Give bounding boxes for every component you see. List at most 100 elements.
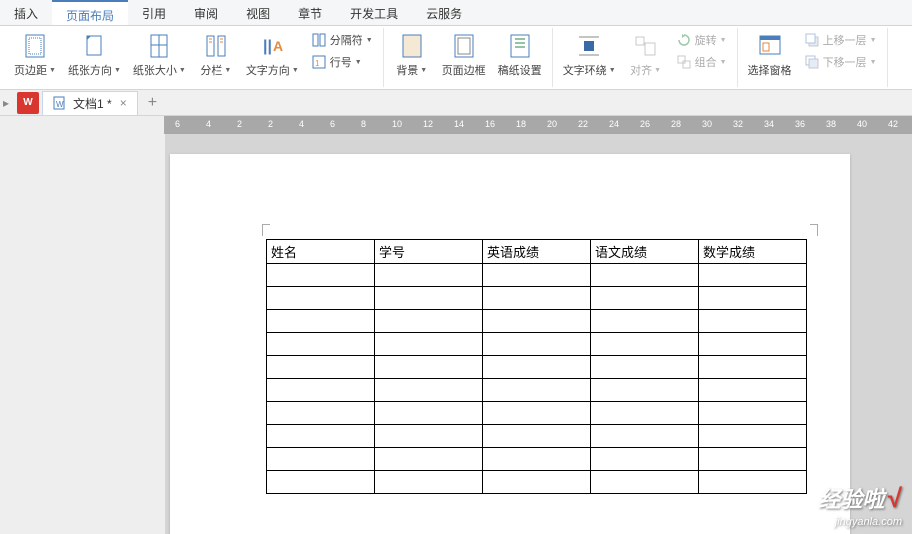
table-cell[interactable]: [591, 310, 699, 333]
table-cell[interactable]: [591, 333, 699, 356]
tab-page-layout[interactable]: 页面布局: [52, 0, 128, 25]
group-button[interactable]: 组合▼: [672, 52, 731, 72]
table-cell[interactable]: [483, 402, 591, 425]
tab-insert[interactable]: 插入: [0, 0, 52, 25]
table-cell[interactable]: [375, 379, 483, 402]
margins-button[interactable]: 页边距▼: [10, 30, 60, 80]
line-numbers-button[interactable]: 1 行号▼: [307, 52, 377, 72]
table-cell[interactable]: [483, 425, 591, 448]
tab-cloud[interactable]: 云服务: [412, 0, 476, 25]
add-tab-button[interactable]: +: [138, 94, 167, 112]
table-row[interactable]: [267, 264, 807, 287]
table-cell[interactable]: [375, 471, 483, 494]
document-tab[interactable]: W 文档1 * ×: [42, 91, 138, 115]
table-cell[interactable]: [375, 287, 483, 310]
table-cell[interactable]: [699, 264, 807, 287]
text-direction-button[interactable]: ||A 文字方向▼: [242, 30, 303, 80]
table-cell[interactable]: [699, 310, 807, 333]
table-cell[interactable]: [375, 310, 483, 333]
table-cell[interactable]: [699, 333, 807, 356]
table-cell[interactable]: [591, 356, 699, 379]
table-header-cell[interactable]: 语文成绩: [591, 240, 699, 264]
table-row[interactable]: [267, 471, 807, 494]
bring-forward-button[interactable]: 上移一层▼: [800, 30, 881, 50]
table-cell[interactable]: [483, 356, 591, 379]
table-cell[interactable]: [267, 264, 375, 287]
page-area[interactable]: 姓名学号英语成绩语文成绩数学成绩: [165, 134, 912, 534]
table-cell[interactable]: [375, 448, 483, 471]
breaks-button[interactable]: 分隔符▼: [307, 30, 377, 50]
size-button[interactable]: 纸张大小▼: [129, 30, 190, 80]
table-cell[interactable]: [375, 264, 483, 287]
tab-references[interactable]: 引用: [128, 0, 180, 25]
table-cell[interactable]: [591, 471, 699, 494]
table-cell[interactable]: [483, 379, 591, 402]
table-cell[interactable]: [267, 310, 375, 333]
collapse-panel-icon[interactable]: ▸: [0, 96, 14, 110]
draft-button[interactable]: 稿纸设置: [494, 30, 546, 80]
table-cell[interactable]: [267, 287, 375, 310]
table-cell[interactable]: [699, 425, 807, 448]
page-borders-button[interactable]: 页面边框: [438, 30, 490, 80]
table-cell[interactable]: [699, 448, 807, 471]
table-cell[interactable]: [699, 356, 807, 379]
table-cell[interactable]: [591, 264, 699, 287]
table-row[interactable]: [267, 379, 807, 402]
table-cell[interactable]: [483, 448, 591, 471]
table-row[interactable]: [267, 448, 807, 471]
table-cell[interactable]: [591, 425, 699, 448]
table-cell[interactable]: [375, 425, 483, 448]
columns-button[interactable]: 分栏▼: [194, 30, 238, 80]
table-cell[interactable]: [267, 379, 375, 402]
table-cell[interactable]: [699, 379, 807, 402]
table-cell[interactable]: [267, 333, 375, 356]
table-cell[interactable]: [375, 356, 483, 379]
tab-dev-tools[interactable]: 开发工具: [336, 0, 412, 25]
table-cell[interactable]: [591, 448, 699, 471]
table-header-cell[interactable]: 英语成绩: [483, 240, 591, 264]
table-cell[interactable]: [267, 356, 375, 379]
selection-pane-button[interactable]: 选择窗格: [744, 30, 796, 80]
table-cell[interactable]: [483, 264, 591, 287]
table-cell[interactable]: [699, 471, 807, 494]
orientation-button[interactable]: 纸张方向▼: [64, 30, 125, 80]
page[interactable]: 姓名学号英语成绩语文成绩数学成绩: [170, 154, 850, 534]
tab-chapter[interactable]: 章节: [284, 0, 336, 25]
table-header-cell[interactable]: 数学成绩: [699, 240, 807, 264]
align-button[interactable]: 对齐▼: [624, 30, 668, 80]
text-wrap-button[interactable]: 文字环绕▼: [559, 30, 620, 80]
send-backward-button[interactable]: 下移一层▼: [800, 52, 881, 72]
background-button[interactable]: 背景▼: [390, 30, 434, 80]
table-row[interactable]: [267, 333, 807, 356]
table-cell[interactable]: [591, 287, 699, 310]
table-cell[interactable]: [699, 287, 807, 310]
table-cell[interactable]: [267, 425, 375, 448]
table-header-cell[interactable]: 学号: [375, 240, 483, 264]
table-row[interactable]: [267, 356, 807, 379]
close-icon[interactable]: ×: [118, 96, 129, 110]
table-row[interactable]: [267, 310, 807, 333]
table-cell[interactable]: [267, 402, 375, 425]
table-cell[interactable]: [483, 287, 591, 310]
table-cell[interactable]: [591, 379, 699, 402]
rotate-button[interactable]: 旋转▼: [672, 30, 731, 50]
table-header-row[interactable]: 姓名学号英语成绩语文成绩数学成绩: [267, 240, 807, 264]
tab-review[interactable]: 审阅: [180, 0, 232, 25]
table-cell[interactable]: [483, 310, 591, 333]
horizontal-ruler[interactable]: 6422468101214161820222426283032343638404…: [0, 116, 912, 134]
table-cell[interactable]: [375, 333, 483, 356]
table-cell[interactable]: [483, 471, 591, 494]
table-cell[interactable]: [267, 448, 375, 471]
table-row[interactable]: [267, 402, 807, 425]
table-header-cell[interactable]: 姓名: [267, 240, 375, 264]
table-row[interactable]: [267, 425, 807, 448]
tab-view[interactable]: 视图: [232, 0, 284, 25]
table-cell[interactable]: [483, 333, 591, 356]
document-table[interactable]: 姓名学号英语成绩语文成绩数学成绩: [266, 239, 807, 494]
table-row[interactable]: [267, 287, 807, 310]
table-cell[interactable]: [267, 471, 375, 494]
table-cell[interactable]: [375, 402, 483, 425]
wps-logo-icon[interactable]: W: [17, 92, 39, 114]
table-cell[interactable]: [591, 402, 699, 425]
table-cell[interactable]: [699, 402, 807, 425]
